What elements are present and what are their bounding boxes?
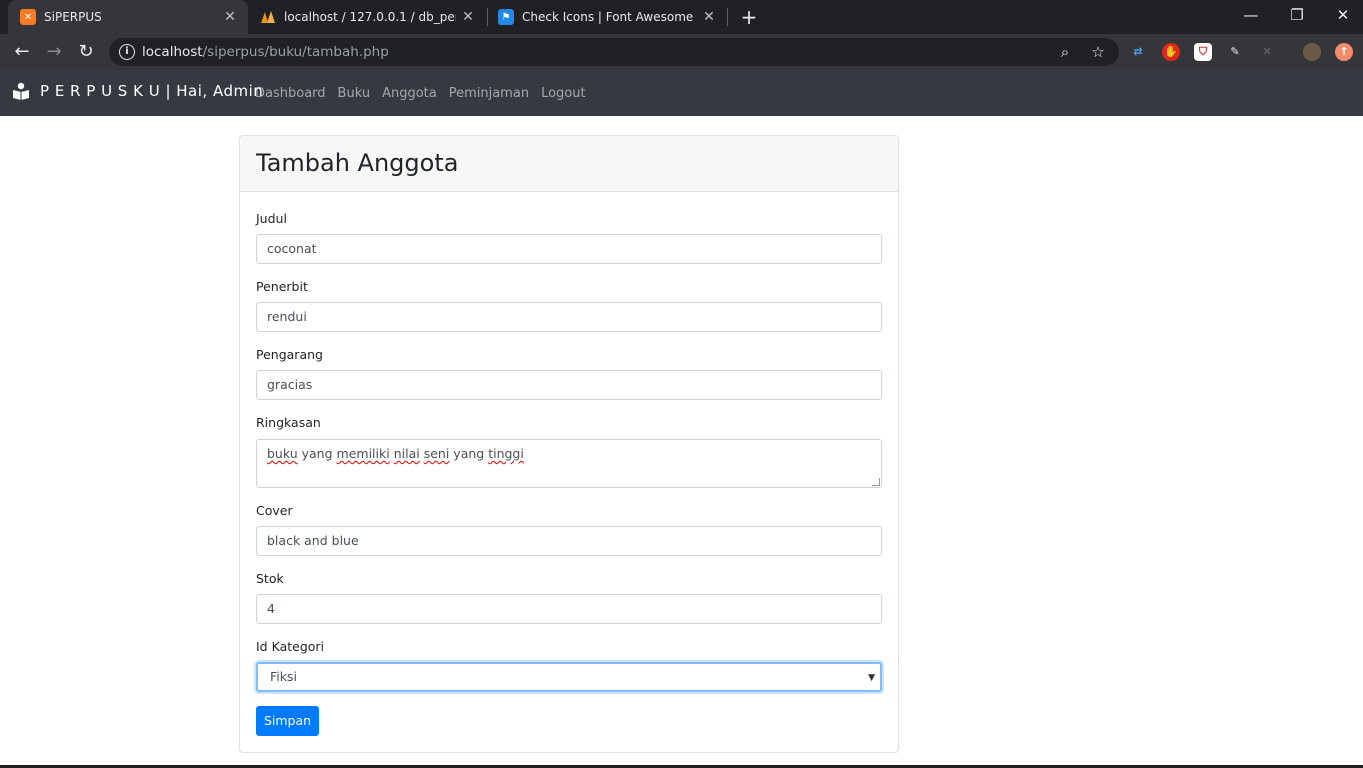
stok-input[interactable]: 4 — [256, 594, 882, 624]
pengarang-label: Pengarang — [256, 347, 323, 362]
extension-pen-icon[interactable]: ✎ — [1226, 43, 1244, 61]
penerbit-group: Penerbit rendui — [256, 279, 883, 332]
forward-icon[interactable]: → — [41, 39, 67, 65]
nav-dashboard[interactable]: Dashboard — [255, 86, 326, 101]
judul-input[interactable]: coconat — [256, 234, 882, 264]
browser-tab-siperpus[interactable]: ✕ SiPERPUS ✕ — [8, 0, 248, 34]
simpan-button[interactable]: Simpan — [256, 706, 319, 736]
judul-label: Judul — [256, 211, 287, 226]
pengarang-input[interactable]: gracias — [256, 370, 882, 400]
kategori-label: Id Kategori — [256, 639, 325, 654]
penerbit-label: Penerbit — [256, 279, 308, 294]
pengarang-group: Pengarang gracias — [256, 347, 883, 400]
site-brand[interactable]: P E R P U S K U | Hai, Admin — [12, 82, 263, 100]
cover-input[interactable]: black and blue — [256, 526, 882, 556]
tab-title: localhost / 127.0.0.1 / db_perpus — [284, 10, 456, 24]
book-reader-icon — [12, 82, 30, 100]
restore-icon[interactable]: ❐ — [1274, 0, 1320, 30]
stok-group: Stok 4 — [256, 571, 883, 624]
stok-label: Stok — [256, 571, 284, 586]
nav-peminjaman[interactable]: Peminjaman — [449, 86, 529, 101]
zoom-icon[interactable]: ⌕ — [1055, 42, 1075, 62]
nav-logout[interactable]: Logout — [541, 86, 586, 101]
card-header: Tambah Anggota — [240, 136, 898, 192]
judul-group: Judul coconat — [256, 211, 883, 264]
address-bar[interactable]: i localhost/siperpus/buku/tambah.php ⌕ ☆ — [109, 38, 1119, 66]
cover-label: Cover — [256, 503, 293, 518]
kategori-select[interactable]: Fiksi ▼ — [256, 662, 882, 692]
new-tab-button[interactable]: + — [738, 6, 760, 28]
profile-avatar[interactable] — [1303, 43, 1321, 61]
extension-x-icon[interactable]: ✕ — [1258, 43, 1276, 61]
kategori-group: Id Kategori Fiksi ▼ — [256, 639, 883, 692]
browser-tab-fontawesome[interactable]: ⚑ Check Icons | Font Awesome ✕ — [487, 0, 727, 34]
ringkasan-group: Ringkasan buku yang memiliki nilai seni … — [256, 415, 883, 488]
bookmark-star-icon[interactable]: ☆ — [1088, 42, 1108, 62]
address-path: /siperpus/buku/tambah.php — [202, 44, 389, 60]
close-tab-icon[interactable]: ✕ — [701, 9, 717, 25]
site-navbar: P E R P U S K U | Hai, Admin Dashboard B… — [0, 70, 1363, 116]
close-window-icon[interactable]: ✕ — [1320, 0, 1363, 30]
tab-separator — [727, 8, 728, 26]
ringkasan-label: Ringkasan — [256, 415, 321, 430]
browser-toolbar: ← → ↻ i localhost/siperpus/buku/tambah.p… — [0, 34, 1363, 70]
extension-pocket-icon[interactable]: ⛉ — [1194, 43, 1212, 61]
resize-handle[interactable] — [872, 478, 880, 486]
nav-anggota[interactable]: Anggota — [382, 86, 437, 101]
update-icon[interactable]: ↑ — [1335, 43, 1353, 61]
cover-group: Cover black and blue — [256, 503, 883, 556]
xampp-icon: ✕ — [20, 9, 36, 25]
browser-tabstrip: ✕ SiPERPUS ✕ localhost / 127.0.0.1 / db_… — [0, 0, 1363, 34]
penerbit-input[interactable]: rendui — [256, 302, 882, 332]
close-tab-icon[interactable]: ✕ — [222, 9, 238, 25]
browser-tab-phpmyadmin[interactable]: localhost / 127.0.0.1 / db_perpus ✕ — [248, 0, 486, 34]
back-icon[interactable]: ← — [9, 39, 35, 65]
site-info-icon[interactable]: i — [119, 44, 135, 60]
tab-title: Check Icons | Font Awesome — [522, 10, 694, 24]
site-nav: Dashboard Buku Anggota Peminjaman Logout — [255, 86, 598, 101]
address-url[interactable]: localhost/siperpus/buku/tambah.php — [142, 44, 389, 60]
ringkasan-textarea[interactable]: buku yang memiliki nilai seni yang tingg… — [256, 439, 882, 488]
phpmyadmin-icon — [260, 9, 276, 25]
ringkasan-value: buku yang memiliki nilai seni yang tingg… — [267, 446, 524, 461]
page-title: Tambah Anggota — [256, 149, 459, 177]
minimize-icon[interactable]: — — [1228, 0, 1274, 30]
nav-buku[interactable]: Buku — [338, 86, 371, 101]
brand-text: P E R P U S K U | Hai, Admin — [40, 82, 264, 100]
dropdown-caret-icon: ▼ — [868, 673, 875, 683]
extension-link-icon[interactable]: ⇄ — [1129, 43, 1147, 61]
address-host: localhost — [142, 44, 203, 60]
form-card: Tambah Anggota Judul coconat Penerbit re… — [239, 135, 899, 753]
tab-title: SiPERPUS — [44, 10, 102, 24]
reload-icon[interactable]: ↻ — [73, 39, 99, 65]
extension-adblock-icon[interactable]: ✋ — [1162, 43, 1180, 61]
kategori-selected: Fiksi — [270, 669, 297, 684]
flag-icon: ⚑ — [498, 9, 514, 25]
close-tab-icon[interactable]: ✕ — [460, 9, 476, 25]
